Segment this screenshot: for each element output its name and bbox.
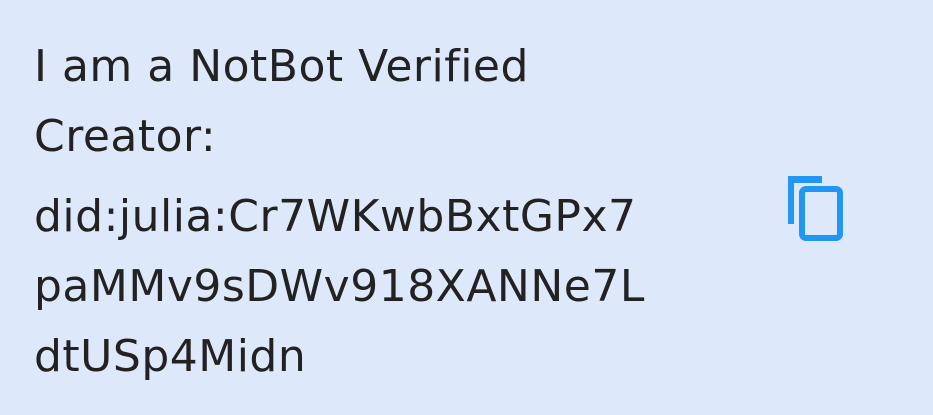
did-line-3: dtUSp4Midn	[34, 331, 307, 382]
copy-icon	[782, 172, 848, 244]
verified-creator-card: I am a NotBot Verified Creator: did:juli…	[0, 0, 933, 415]
copy-did-button[interactable]	[782, 172, 848, 244]
heading-line-1: I am a NotBot Verified	[34, 41, 529, 92]
did-line-1: did:julia:Cr7WKwbBxtGPx7	[34, 191, 637, 242]
verified-creator-heading: I am a NotBot Verified Creator:	[34, 32, 654, 172]
did-line-2: paMMv9sDWv918XANNe7L	[34, 261, 645, 312]
did-identifier: did:julia:Cr7WKwbBxtGPx7 paMMv9sDWv918XA…	[34, 182, 754, 392]
heading-line-2: Creator:	[34, 111, 217, 162]
